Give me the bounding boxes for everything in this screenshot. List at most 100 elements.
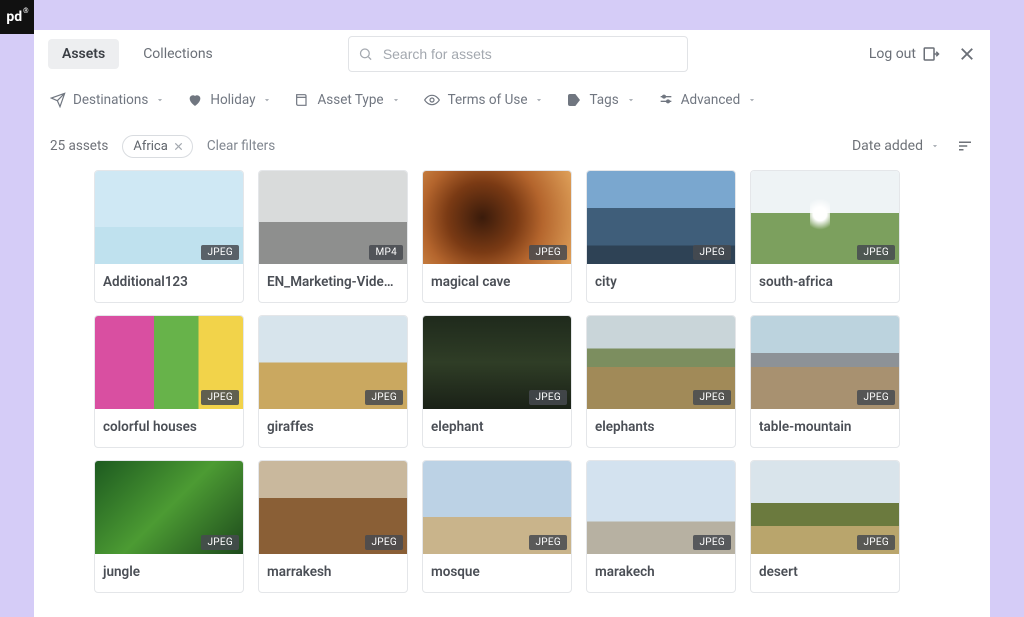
asset-thumbnail: JPEG xyxy=(751,461,899,554)
format-badge: JPEG xyxy=(529,390,567,405)
asset-card[interactable]: JPEGcity xyxy=(586,170,736,303)
asset-card[interactable]: JPEG colorful houses xyxy=(94,315,244,448)
asset-name: magical cave xyxy=(423,264,571,302)
sliders-icon xyxy=(658,92,674,108)
format-badge: JPEG xyxy=(693,390,731,405)
filter-bar: Destinations Holiday Asset Type Terms of Us… xyxy=(34,78,990,122)
filter-asset-type[interactable]: Asset Type xyxy=(294,92,400,108)
chevron-down-icon xyxy=(391,95,401,105)
results-bar: 25 assets Africa Clear filters Date adde… xyxy=(34,122,990,170)
asset-name: desert xyxy=(751,554,899,592)
asset-card[interactable]: JPEGelephants xyxy=(586,315,736,448)
chevron-down-icon xyxy=(155,95,165,105)
chip-remove-icon[interactable] xyxy=(173,141,184,152)
book-icon xyxy=(294,92,310,108)
asset-thumbnail: JPEG xyxy=(259,316,407,409)
asset-thumbnail: JPEG xyxy=(95,171,243,264)
asset-thumbnail: JPEG xyxy=(259,461,407,554)
asset-thumbnail: JPEG xyxy=(751,171,899,264)
tab-assets[interactable]: Assets xyxy=(48,39,119,69)
asset-thumbnail: JPEG xyxy=(95,461,243,554)
clear-filters[interactable]: Clear filters xyxy=(207,138,275,154)
asset-name: marakech xyxy=(587,554,735,592)
asset-thumbnail: MP4 xyxy=(259,171,407,264)
format-badge: JPEG xyxy=(529,245,567,260)
search-input[interactable] xyxy=(348,36,688,72)
format-badge: MP4 xyxy=(369,245,403,260)
filter-label: Destinations xyxy=(73,92,148,108)
filter-terms-of-use[interactable]: Terms of Use xyxy=(423,92,545,108)
tab-collections[interactable]: Collections xyxy=(129,39,227,69)
asset-thumbnail: JPEG xyxy=(751,316,899,409)
logout-button[interactable]: Log out xyxy=(869,45,940,63)
filter-destinations[interactable]: Destinations xyxy=(50,92,165,108)
logout-label: Log out xyxy=(869,46,916,62)
filter-advanced[interactable]: Advanced xyxy=(658,92,758,108)
filter-label: Terms of Use xyxy=(448,92,528,108)
asset-card[interactable]: JPEG giraffes xyxy=(258,315,408,448)
asset-thumbnail: JPEG xyxy=(423,171,571,264)
asset-card[interactable]: JPEG jungle xyxy=(94,460,244,593)
filter-label: Tags xyxy=(589,92,618,108)
format-badge: JPEG xyxy=(529,535,567,550)
asset-thumbnail: JPEG xyxy=(587,461,735,554)
asset-thumbnail: JPEG xyxy=(423,461,571,554)
asset-card[interactable]: MP4 EN_Marketing-Video_E… xyxy=(258,170,408,303)
asset-card[interactable]: JPEG marrakesh xyxy=(258,460,408,593)
app-window: Assets Collections Log out Destinations H… xyxy=(34,30,990,617)
asset-name: EN_Marketing-Video_E… xyxy=(259,264,407,302)
asset-grid: JPEG Additional123 MP4 EN_Marketing-Video_E… xyxy=(94,170,930,593)
asset-name: colorful houses xyxy=(95,409,243,447)
sort-dropdown[interactable]: Date added xyxy=(852,138,940,154)
format-badge: JPEG xyxy=(365,535,403,550)
asset-card[interactable]: JPEG elephant xyxy=(422,315,572,448)
tag-icon xyxy=(566,92,582,108)
format-badge: JPEG xyxy=(201,390,239,405)
heart-icon xyxy=(187,92,203,108)
filter-holiday[interactable]: Holiday xyxy=(187,92,272,108)
asset-thumbnail: JPEG xyxy=(423,316,571,409)
asset-thumbnail: JPEG xyxy=(587,316,735,409)
asset-card[interactable]: JPEG mosque xyxy=(422,460,572,593)
search-wrap xyxy=(348,36,688,72)
close-icon[interactable] xyxy=(958,45,976,63)
asset-name: south-africa xyxy=(751,264,899,302)
chevron-down-icon xyxy=(534,95,544,105)
asset-name: marrakesh xyxy=(259,554,407,592)
asset-name: jungle xyxy=(95,554,243,592)
sort-label: Date added xyxy=(852,138,923,154)
results-count: 25 assets xyxy=(50,138,108,154)
chevron-down-icon xyxy=(626,95,636,105)
filter-chip[interactable]: Africa xyxy=(122,135,192,158)
asset-card[interactable]: JPEG desert xyxy=(750,460,900,593)
filter-tags[interactable]: Tags xyxy=(566,92,635,108)
asset-name: mosque xyxy=(423,554,571,592)
filter-label: Holiday xyxy=(210,92,255,108)
asset-name: giraffes xyxy=(259,409,407,447)
asset-thumbnail: JPEG xyxy=(587,171,735,264)
format-badge: JPEG xyxy=(365,390,403,405)
sort-direction-icon[interactable] xyxy=(956,137,974,155)
asset-name: city xyxy=(587,264,735,302)
format-badge: JPEG xyxy=(201,535,239,550)
asset-grid-scroll[interactable]: JPEG Additional123 MP4 EN_Marketing-Video_E… xyxy=(34,170,990,613)
asset-card[interactable]: JPEG Additional123 xyxy=(94,170,244,303)
paper-plane-icon xyxy=(50,92,66,108)
asset-name: elephant xyxy=(423,409,571,447)
format-badge: JPEG xyxy=(693,535,731,550)
logout-icon xyxy=(922,45,940,63)
asset-card[interactable]: JPEG south-africa xyxy=(750,170,900,303)
filter-label: Advanced xyxy=(681,92,741,108)
format-badge: JPEG xyxy=(857,390,895,405)
brand-logo: pd® xyxy=(0,0,34,34)
format-badge: JPEG xyxy=(857,535,895,550)
asset-card[interactable]: JPEG magical cave xyxy=(422,170,572,303)
asset-card[interactable]: JPEGtable-mountain xyxy=(750,315,900,448)
eye-icon xyxy=(423,92,441,108)
asset-name: Additional123 xyxy=(95,264,243,302)
asset-card[interactable]: JPEG marakech xyxy=(586,460,736,593)
filter-label: Asset Type xyxy=(317,92,383,108)
format-badge: JPEG xyxy=(201,245,239,260)
chevron-down-icon xyxy=(747,95,757,105)
format-badge: JPEG xyxy=(857,245,895,260)
